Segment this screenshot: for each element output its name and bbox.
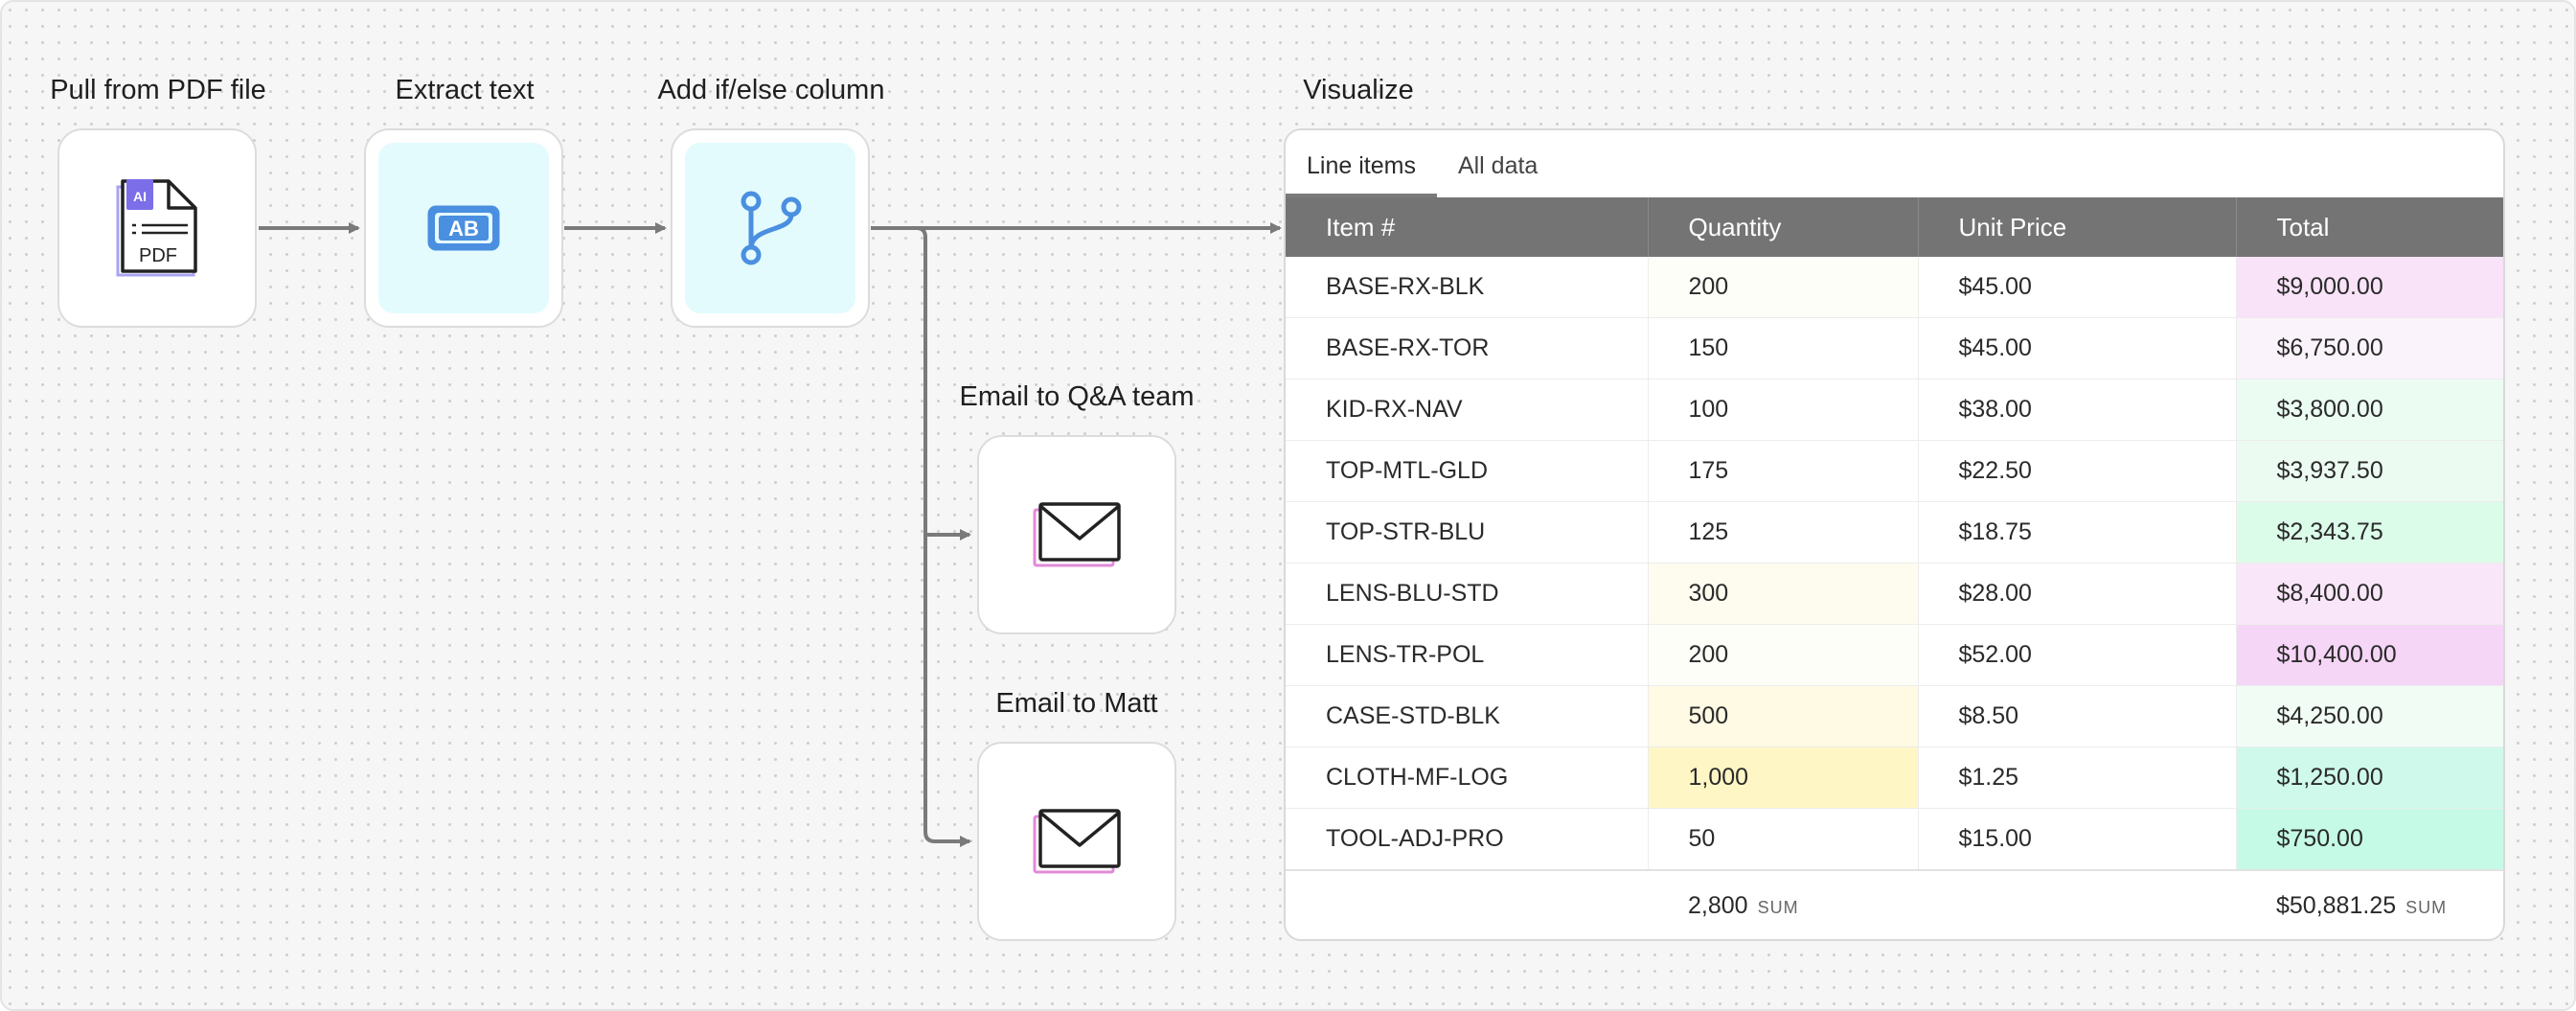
- column-header-unit-price[interactable]: Unit Price: [1918, 197, 2237, 257]
- total-sum-cell: $50,881.25 SUM: [2236, 869, 2503, 939]
- extract-node-inner: AB: [378, 143, 549, 313]
- email-qa-node[interactable]: [977, 435, 1176, 634]
- branch-node-label: Add if/else column: [657, 75, 885, 105]
- email-matt-node[interactable]: [977, 742, 1176, 941]
- cell-total[interactable]: $4,250.00: [2236, 685, 2503, 747]
- workflow-canvas: Pull from PDF file AI PDF Extract text A…: [0, 0, 2576, 1011]
- table-row[interactable]: LENS-BLU-STD 300 $28.00 $8,400.00: [1286, 563, 2503, 625]
- pdf-file-text: PDF: [139, 245, 177, 266]
- cell-quantity[interactable]: 100: [1648, 379, 1919, 441]
- cell-quantity[interactable]: 200: [1648, 624, 1919, 686]
- footer-empty-cell: [1918, 869, 2236, 939]
- column-header-quantity[interactable]: Quantity: [1648, 197, 1919, 257]
- ai-badge: AI: [133, 189, 147, 204]
- line-items-table: Item # Quantity Unit Price Total BASE-RX…: [1286, 197, 2503, 939]
- cell-total[interactable]: $10,400.00: [2236, 624, 2503, 686]
- cell-item[interactable]: KID-RX-NAV: [1286, 379, 1649, 441]
- cell-total[interactable]: $6,750.00: [2236, 317, 2503, 379]
- cell-quantity[interactable]: 1,000: [1648, 747, 1919, 809]
- visualize-tabs: Line items All data: [1286, 130, 2503, 197]
- table-row[interactable]: CLOTH-MF-LOG 1,000 $1.25 $1,250.00: [1286, 747, 2503, 809]
- table-row[interactable]: BASE-RX-TOR 150 $45.00 $6,750.00: [1286, 317, 2503, 379]
- envelope-icon: [1033, 502, 1121, 567]
- cell-item[interactable]: CASE-STD-BLK: [1286, 685, 1649, 747]
- table-header-row: Item # Quantity Unit Price Total: [1286, 197, 2503, 257]
- cell-unit-price[interactable]: $15.00: [1918, 808, 2237, 871]
- cell-total[interactable]: $750.00: [2236, 808, 2503, 871]
- table-row[interactable]: KID-RX-NAV 100 $38.00 $3,800.00: [1286, 379, 2503, 441]
- cell-quantity[interactable]: 500: [1648, 685, 1919, 747]
- pdf-file-icon: AI PDF: [116, 179, 197, 277]
- quantity-sum-cell: 2,800 SUM: [1648, 869, 1918, 939]
- cell-item[interactable]: TOP-MTL-GLD: [1286, 440, 1649, 502]
- cell-item[interactable]: BASE-RX-TOR: [1286, 317, 1649, 379]
- envelope-icon: [1033, 809, 1121, 874]
- cell-item[interactable]: TOP-STR-BLU: [1286, 501, 1649, 563]
- table-row[interactable]: LENS-TR-POL 200 $52.00 $10,400.00: [1286, 624, 2503, 686]
- column-header-total[interactable]: Total: [2236, 197, 2503, 257]
- branch-node[interactable]: [671, 128, 870, 328]
- quantity-sum-value: 2,800: [1688, 891, 1748, 919]
- cell-total[interactable]: $2,343.75: [2236, 501, 2503, 563]
- cell-total[interactable]: $8,400.00: [2236, 563, 2503, 625]
- cell-unit-price[interactable]: $52.00: [1918, 624, 2237, 686]
- cell-item[interactable]: LENS-TR-POL: [1286, 624, 1649, 686]
- cell-quantity[interactable]: 175: [1648, 440, 1919, 502]
- cell-unit-price[interactable]: $45.00: [1918, 257, 2237, 318]
- table-footer-row: 2,800 SUM $50,881.25 SUM: [1286, 869, 2503, 939]
- cell-unit-price[interactable]: $38.00: [1918, 379, 2237, 441]
- branch-icon: [741, 191, 802, 265]
- table-row[interactable]: TOP-MTL-GLD 175 $22.50 $3,937.50: [1286, 440, 2503, 502]
- cell-unit-price[interactable]: $28.00: [1918, 563, 2237, 625]
- cell-unit-price[interactable]: $1.25: [1918, 747, 2237, 809]
- visualize-label: Visualize: [1303, 75, 1414, 105]
- pdf-node[interactable]: AI PDF: [57, 128, 257, 328]
- cell-unit-price[interactable]: $45.00: [1918, 317, 2237, 379]
- cell-total[interactable]: $3,937.50: [2236, 440, 2503, 502]
- tab-line-items[interactable]: Line items: [1286, 152, 1437, 197]
- table-row[interactable]: CASE-STD-BLK 500 $8.50 $4,250.00: [1286, 685, 2503, 747]
- total-sum-value: $50,881.25: [2276, 891, 2397, 919]
- cell-unit-price[interactable]: $8.50: [1918, 685, 2237, 747]
- extract-node-label: Extract text: [395, 75, 535, 105]
- email-matt-node-label: Email to Matt: [995, 688, 1158, 719]
- table-row[interactable]: BASE-RX-BLK 200 $45.00 $9,000.00: [1286, 257, 2503, 318]
- total-sum-tag: SUM: [2405, 897, 2448, 917]
- footer-empty-cell: [1286, 869, 1648, 939]
- table-row[interactable]: TOP-STR-BLU 125 $18.75 $2,343.75: [1286, 501, 2503, 563]
- cell-total[interactable]: $9,000.00: [2236, 257, 2503, 318]
- cell-total[interactable]: $3,800.00: [2236, 379, 2503, 441]
- cell-item[interactable]: TOOL-ADJ-PRO: [1286, 808, 1649, 871]
- table-row[interactable]: TOOL-ADJ-PRO 50 $15.00 $750.00: [1286, 808, 2503, 871]
- column-header-item[interactable]: Item #: [1286, 197, 1649, 257]
- cell-item[interactable]: LENS-BLU-STD: [1286, 563, 1649, 625]
- extract-icon-text: AB: [448, 217, 479, 241]
- visualize-panel: Line items All data Item # Quantity Unit…: [1284, 128, 2505, 941]
- tab-all-data[interactable]: All data: [1437, 152, 1559, 197]
- text-extract-icon: AB: [427, 205, 500, 251]
- cell-quantity[interactable]: 300: [1648, 563, 1919, 625]
- quantity-sum-tag: SUM: [1757, 897, 1799, 917]
- email-qa-node-label: Email to Q&A team: [959, 381, 1195, 412]
- pdf-node-label: Pull from PDF file: [50, 75, 266, 105]
- cell-quantity[interactable]: 200: [1648, 257, 1919, 318]
- cell-quantity[interactable]: 50: [1648, 808, 1919, 871]
- cell-item[interactable]: BASE-RX-BLK: [1286, 257, 1649, 318]
- cell-quantity[interactable]: 150: [1648, 317, 1919, 379]
- cell-item[interactable]: CLOTH-MF-LOG: [1286, 747, 1649, 809]
- cell-quantity[interactable]: 125: [1648, 501, 1919, 563]
- cell-unit-price[interactable]: $22.50: [1918, 440, 2237, 502]
- extract-node[interactable]: AB: [364, 128, 563, 328]
- cell-unit-price[interactable]: $18.75: [1918, 501, 2237, 563]
- branch-node-inner: [685, 143, 855, 313]
- cell-total[interactable]: $1,250.00: [2236, 747, 2503, 809]
